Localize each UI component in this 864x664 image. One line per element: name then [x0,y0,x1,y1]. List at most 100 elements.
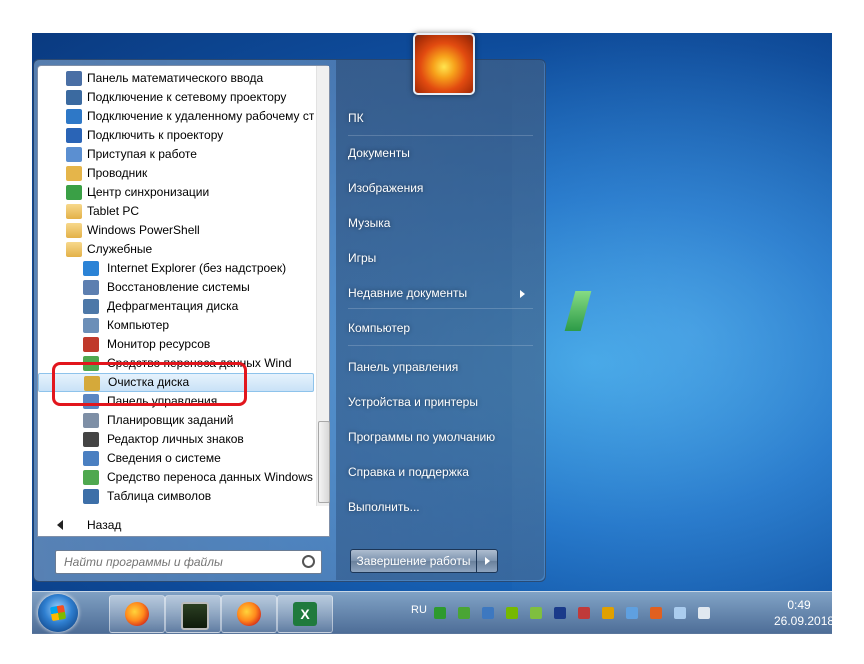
defrag-icon [83,299,99,314]
firefox-taskbar-button-2[interactable] [221,595,277,633]
programs-pane: Панель математического ввода Подключение … [37,65,330,537]
back-label: Назад [87,518,122,532]
transfer-icon [83,470,99,485]
program-item[interactable]: Windows PowerShell [38,221,314,240]
program-item[interactable]: Подключить к проектору [38,126,314,145]
program-item-label: Восстановление системы [107,280,250,294]
program-item[interactable]: Сведения о системе [38,449,314,468]
search-icon[interactable] [302,555,315,568]
shutdown-options-arrow-icon[interactable] [476,549,498,573]
program-item-label: Сведения о системе [107,451,221,465]
program-item[interactable]: Подключение к удаленному рабочему столу [38,107,314,126]
submenu-arrow-icon [520,290,525,298]
program-item-label: Средство переноса данных Windows [107,470,313,484]
program-item-label: Компьютер [107,318,170,332]
excel-icon: X [293,602,317,626]
tray-alert-icon[interactable] [602,607,614,619]
program-item[interactable]: Таблица символов [38,487,314,506]
program-item-label: Подключение к сетевому проектору [87,90,287,104]
program-item-label: Планировщик заданий [107,413,234,427]
utorrent-icon[interactable] [458,607,470,619]
program-item[interactable]: Приступая к работе [38,145,314,164]
tray-battery-icon[interactable] [530,607,542,619]
program-item[interactable]: Подключение к сетевому проектору [38,88,314,107]
menu-separator [348,345,533,346]
shutdown-button[interactable]: Завершение работы [350,549,477,573]
right-item-help-support[interactable]: Справка и поддержка [348,465,469,479]
language-indicator[interactable]: RU [411,604,427,616]
firefox-icon [125,602,149,626]
tray-signal-icon[interactable] [674,607,686,619]
right-item-computer[interactable]: Компьютер [348,321,410,335]
program-item-label: Проводник [87,166,148,180]
getting-started-icon [66,147,82,162]
program-item[interactable]: Компьютер [38,316,314,335]
program-item[interactable]: Internet Explorer (без надстроек) [38,259,314,278]
resource-monitor-icon [83,337,99,352]
right-item-pictures[interactable]: Изображения [348,181,423,195]
folder-icon [66,223,82,238]
right-item-games[interactable]: Игры [348,251,376,265]
start-button-icon[interactable] [38,594,78,632]
search-input[interactable] [62,551,281,573]
computer-icon [83,318,99,333]
programs-list: Панель математического ввода Подключение … [38,69,314,506]
tray-network-icon[interactable] [626,607,638,619]
menu-separator [348,308,533,309]
right-item-music[interactable]: Музыка [348,216,390,230]
program-item-label: Подключение к удаленному рабочему столу [87,109,314,123]
tray-save-icon[interactable] [554,607,566,619]
remote-desktop-icon [66,109,82,124]
tray-gear-icon[interactable] [482,607,494,619]
program-item[interactable]: Проводник [38,164,314,183]
tray-green-icon[interactable] [434,607,446,619]
ie-icon [83,261,99,276]
char-map-icon [83,489,99,504]
program-item[interactable]: Редактор личных знаков [38,430,314,449]
projector-icon [66,128,82,143]
right-item-devices-printers[interactable]: Устройства и принтеры [348,395,478,409]
right-item-control-panel[interactable]: Панель управления [348,360,458,374]
annotation-highlight-box [52,362,247,406]
folder-icon [66,204,82,219]
tray-tool-icon[interactable] [578,607,590,619]
firefox-icon [237,602,261,626]
right-item-documents[interactable]: Документы [348,146,410,160]
back-button[interactable]: Назад [38,514,318,536]
scrollbar-thumb[interactable] [318,421,330,503]
right-item-run[interactable]: Выполнить... [348,500,420,514]
program-item[interactable]: Tablet PC [38,202,314,221]
right-item-recent-documents[interactable]: Недавние документы [348,286,467,300]
program-item[interactable]: Центр синхронизации [38,183,314,202]
monitor-icon [181,602,209,630]
program-item[interactable]: Средство переноса данных Windows [38,468,314,487]
right-item-pc[interactable]: ПК [348,111,364,125]
sync-center-icon [66,185,82,200]
program-item-label: Таблица символов [107,489,212,503]
programs-scrollbar[interactable] [316,66,330,506]
nvidia-icon[interactable] [506,607,518,619]
system-restore-icon [83,280,99,295]
menu-separator [348,135,533,136]
system-monitor-taskbar-button[interactable] [165,595,221,633]
program-item[interactable]: Дефрагментация диска [38,297,314,316]
user-avatar-icon[interactable] [413,33,475,95]
firefox-taskbar-button[interactable] [109,595,165,633]
folder-icon [66,242,82,257]
clock-date: 26.09.2018 [774,614,835,628]
program-item-label: Internet Explorer (без надстроек) [107,261,287,275]
program-item-label: Центр синхронизации [87,185,210,199]
clock[interactable]: 0:49 26.09.2018 [774,597,835,629]
tray-flag-icon[interactable] [650,607,662,619]
program-item[interactable]: Монитор ресурсов [38,335,314,354]
search-box[interactable] [55,550,322,574]
program-item[interactable]: Служебные [38,240,314,259]
volume-icon[interactable] [698,607,710,619]
program-item[interactable]: Восстановление системы [38,278,314,297]
excel-taskbar-button[interactable]: X [277,595,333,633]
program-item[interactable]: Планировщик заданий [38,411,314,430]
program-item[interactable]: Панель математического ввода [38,69,314,88]
program-item-label: Панель математического ввода [87,71,264,85]
right-item-default-programs[interactable]: Программы по умолчанию [348,430,495,444]
network-projector-icon [66,90,82,105]
